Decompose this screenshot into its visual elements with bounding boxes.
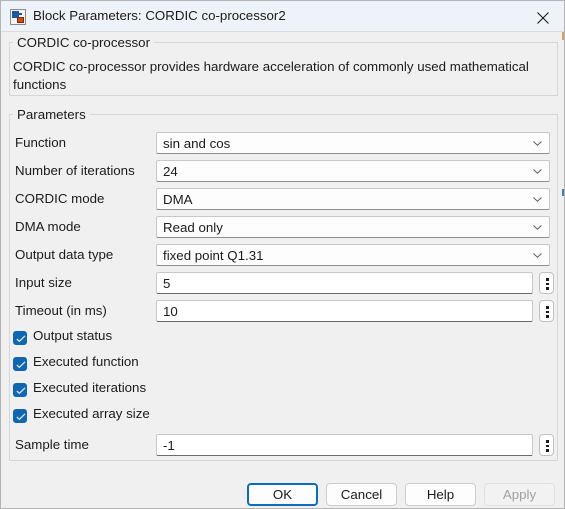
combo-number-of-iterations[interactable]: 24 (156, 160, 550, 182)
label-function: Function (15, 135, 66, 150)
checkmark-icon (13, 357, 27, 371)
checkbox-executed-array-size-label: Executed array size (33, 406, 150, 421)
label-sample-time: Sample time (15, 437, 89, 452)
timeout-more-options-button[interactable] (539, 300, 554, 322)
checkmark-icon (13, 409, 27, 423)
combo-cordic-mode[interactable]: DMA (156, 188, 550, 210)
checkbox-output-status-label: Output status (33, 328, 113, 343)
background-window-edge (562, 32, 564, 40)
combo-dma-mode[interactable]: Read only (156, 216, 550, 238)
chevron-down-icon (533, 169, 542, 174)
label-output-data-type: Output data type (15, 247, 114, 262)
ok-button[interactable]: OK (247, 483, 318, 506)
simulink-block-icon (10, 9, 26, 25)
block-parameters-dialog: Block Parameters: CORDIC co-processor2 C… (0, 0, 565, 509)
parameters-group-label: Parameters (13, 107, 90, 122)
sample-time-more-options-button[interactable] (539, 434, 554, 456)
label-timeout: Timeout (in ms) (15, 303, 107, 318)
timeout-value: 10 (163, 304, 178, 319)
background-window-mark (562, 189, 564, 196)
chevron-down-icon (533, 253, 542, 258)
description-text: CORDIC co-processor provides hardware ac… (13, 59, 529, 92)
combo-number-of-iterations-value: 24 (163, 164, 178, 179)
help-button[interactable]: Help (405, 483, 476, 506)
combo-function-value: sin and cos (163, 136, 231, 151)
title-bar: Block Parameters: CORDIC co-processor2 (1, 1, 564, 32)
label-number-of-iterations: Number of iterations (15, 163, 135, 178)
checkbox-executed-iterations-label: Executed iterations (33, 380, 147, 395)
close-icon[interactable] (520, 1, 564, 32)
dialog-title: Block Parameters: CORDIC co-processor2 (33, 8, 286, 23)
combo-function[interactable]: sin and cos (156, 132, 550, 154)
chevron-down-icon (533, 225, 542, 230)
apply-button[interactable]: Apply (484, 483, 555, 506)
cancel-button[interactable]: Cancel (326, 483, 397, 506)
combo-output-data-type[interactable]: fixed point Q1.31 (156, 244, 550, 266)
sample-time-value: -1 (163, 438, 175, 453)
combo-cordic-mode-value: DMA (163, 192, 193, 207)
checkmark-icon (13, 331, 27, 345)
timeout-field[interactable]: 10 (156, 300, 533, 322)
input-size-more-options-button[interactable] (539, 272, 554, 294)
checkbox-executed-function-label: Executed function (33, 354, 139, 369)
description-group-label: CORDIC co-processor (13, 35, 154, 50)
sample-time-field[interactable]: -1 (156, 434, 533, 456)
checkmark-icon (13, 383, 27, 397)
label-dma-mode: DMA mode (15, 219, 81, 234)
chevron-down-icon (533, 141, 542, 146)
combo-dma-mode-value: Read only (163, 220, 223, 235)
label-cordic-mode: CORDIC mode (15, 191, 105, 206)
combo-output-data-type-value: fixed point Q1.31 (163, 248, 264, 263)
chevron-down-icon (533, 197, 542, 202)
input-size-field[interactable]: 5 (156, 272, 533, 294)
label-input-size: Input size (15, 275, 72, 290)
input-size-value: 5 (163, 276, 171, 291)
